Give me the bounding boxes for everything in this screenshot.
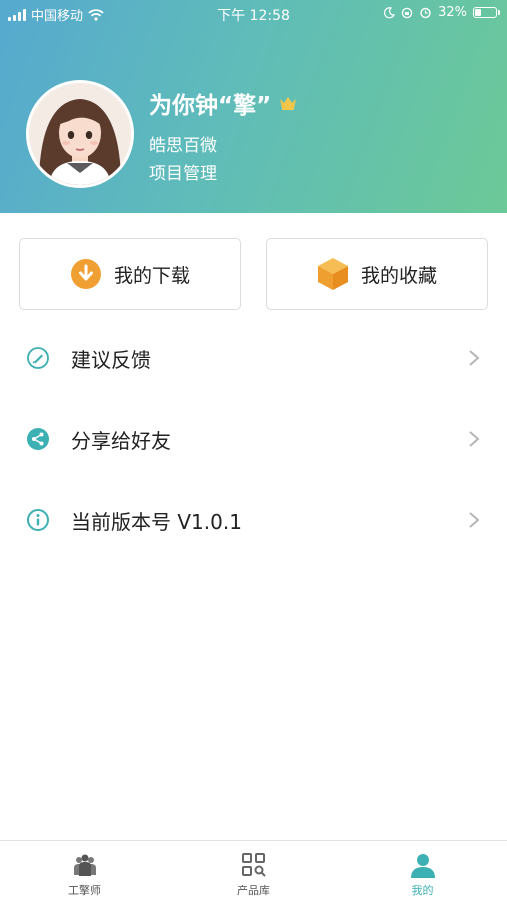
avatar-illustration: [29, 83, 131, 185]
user-icon: [410, 854, 435, 878]
chevron-right-icon: [469, 350, 480, 366]
menu-label-share: 分享给好友: [71, 428, 171, 453]
moon-icon: [384, 6, 396, 18]
avatar[interactable]: [26, 80, 134, 188]
profile-role: 项目管理: [149, 164, 217, 184]
tab-label-product-library: 产品库: [237, 884, 270, 897]
rotation-lock-icon: [401, 7, 413, 18]
grid-search-icon: [241, 853, 266, 877]
tab-product-library[interactable]: 产品库: [169, 841, 338, 900]
profile-header: 中国移动 下午 12:58 32% 为你钟“擎” 皓思百微 项目管理: [0, 0, 507, 213]
chevron-right-icon: [469, 431, 480, 447]
bottom-tab-bar: 工擎师 产品库 我的: [0, 840, 507, 900]
menu-label-version: 当前版本号 V1.0.1: [71, 509, 242, 534]
tab-engineers[interactable]: 工擎师: [0, 841, 169, 900]
feedback-pen-icon: [27, 347, 49, 369]
my-downloads-label: 我的下载: [113, 264, 190, 287]
tab-label-engineers: 工擎师: [68, 884, 101, 897]
battery-icon: [473, 7, 500, 18]
my-favorites-label: 我的收藏: [360, 264, 437, 287]
profile-name: 为你钟“擎”: [149, 93, 272, 119]
profile-name-row: 为你钟“擎”: [149, 86, 297, 120]
download-icon: [70, 259, 101, 289]
box-icon: [317, 258, 348, 290]
alarm-icon: [420, 7, 431, 19]
menu-label-feedback: 建议反馈: [71, 347, 151, 372]
menu-item-version[interactable]: 当前版本号 V1.0.1: [0, 495, 507, 545]
menu-item-feedback[interactable]: 建议反馈: [0, 333, 507, 383]
group-people-icon: [73, 854, 96, 876]
my-downloads-button[interactable]: 我的下载: [19, 238, 241, 310]
battery-percent: 32%: [438, 5, 467, 20]
chevron-right-icon: [469, 512, 480, 528]
menu-item-share[interactable]: 分享给好友: [0, 414, 507, 464]
info-icon: [27, 509, 49, 531]
status-bar: 中国移动 下午 12:58 32%: [0, 0, 507, 28]
tab-label-mine: 我的: [411, 884, 434, 897]
share-icon: [27, 428, 49, 450]
profile-company: 皓思百微: [149, 136, 217, 156]
tab-mine[interactable]: 我的: [338, 841, 507, 900]
crown-icon: [280, 97, 297, 110]
my-favorites-button[interactable]: 我的收藏: [266, 238, 488, 310]
